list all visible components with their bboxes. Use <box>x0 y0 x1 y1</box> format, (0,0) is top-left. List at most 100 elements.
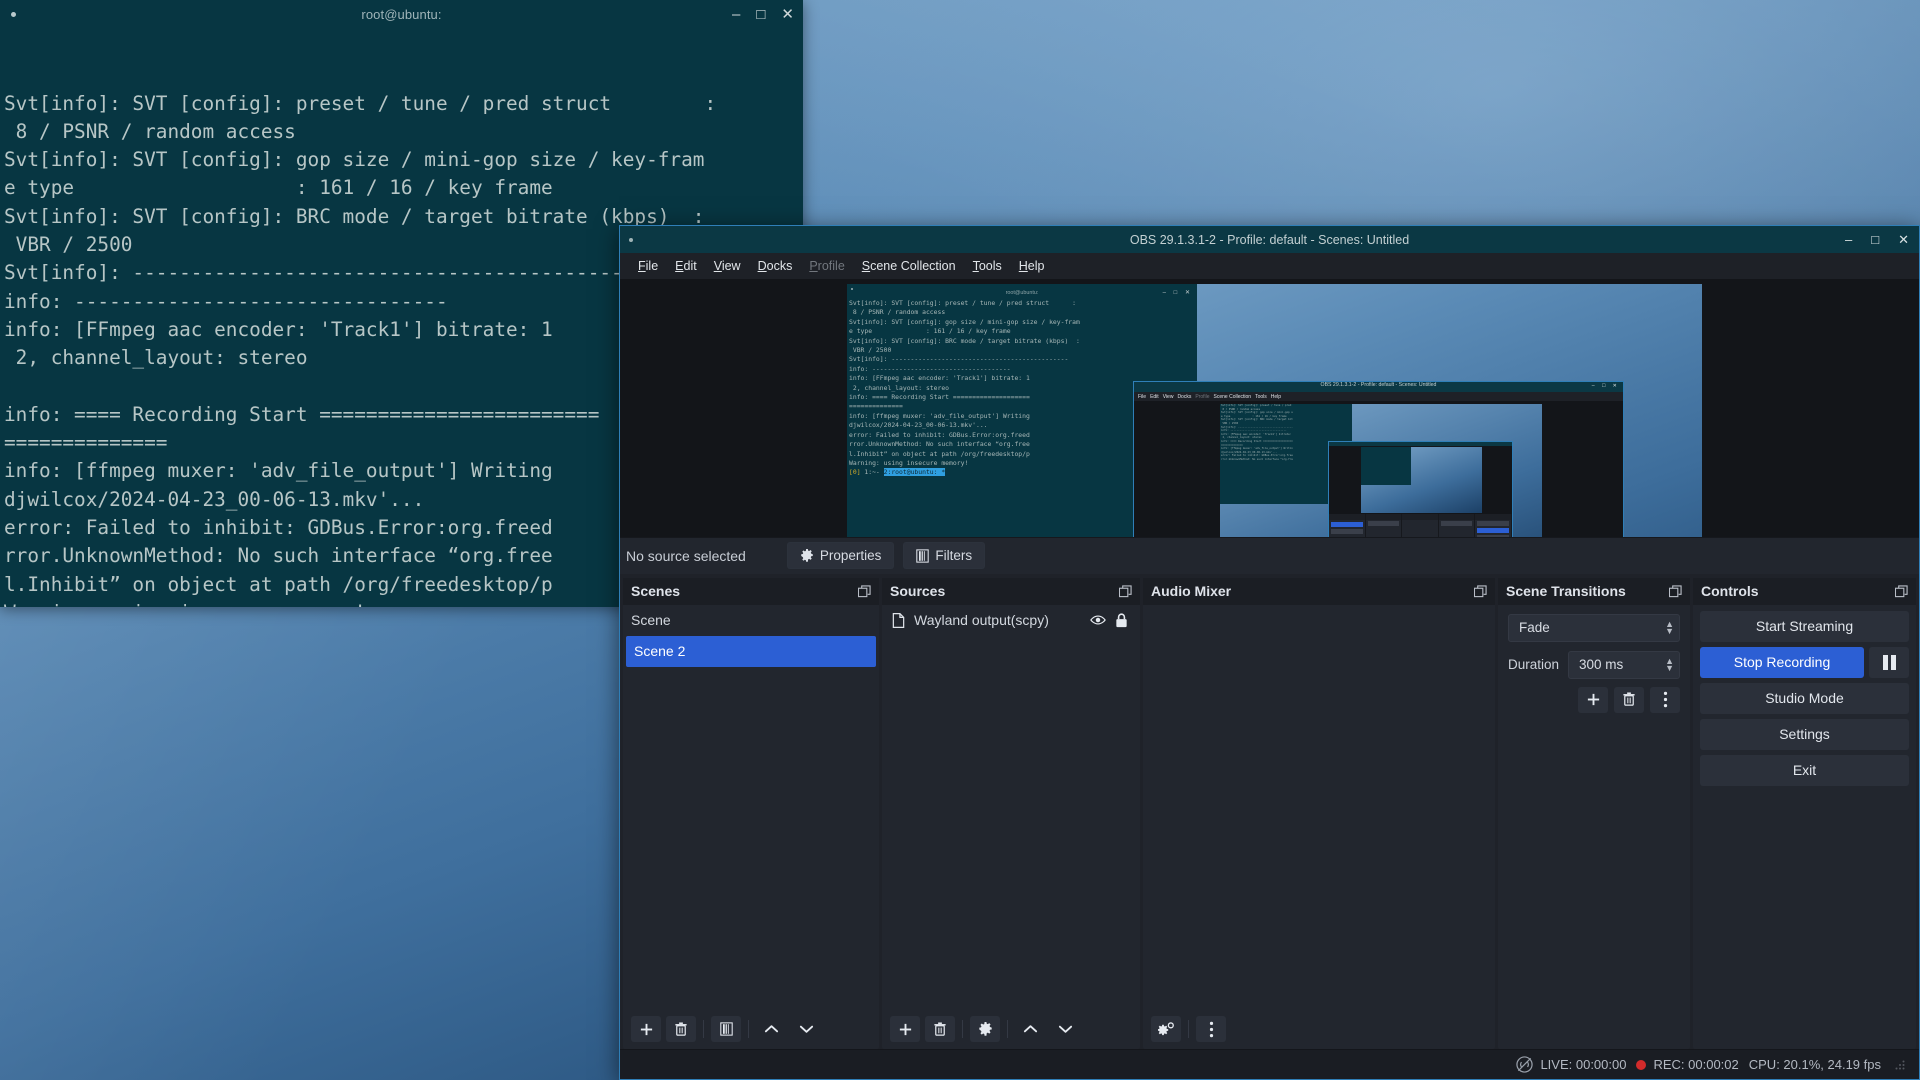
nested-terminal-title: root@ubuntu: <box>1005 290 1039 296</box>
float-dock-icon[interactable] <box>858 584 871 598</box>
maximize-icon[interactable]: □ <box>1871 233 1879 246</box>
obs-window-controls[interactable]: – □ ✕ <box>1845 233 1909 246</box>
terminal-titlebar[interactable]: root@ubuntu: – □ ✕ <box>0 0 803 29</box>
add-icon <box>1587 693 1599 706</box>
nested-terminal-line: Svt[info]: SVT [config]: gop size / mini… <box>849 317 1080 326</box>
studio-mode-button[interactable]: Studio Mode <box>1700 682 1909 714</box>
scene-filters-button[interactable] <box>711 1016 741 1042</box>
audio-more-options-button[interactable] <box>1196 1016 1226 1042</box>
pause-recording-button[interactable] <box>1869 646 1909 678</box>
settings-button[interactable]: Settings <box>1700 718 1909 750</box>
scenes-toolbar[interactable] <box>623 1009 879 1049</box>
obs-window[interactable]: OBS 29.1.3.1-2 - Profile: default - Scen… <box>619 225 1920 1080</box>
transition-more-options-button[interactable] <box>1650 686 1680 713</box>
terminal-line: 8 / PSNR / random access <box>4 119 296 143</box>
nested-menu-item: File <box>1138 393 1147 400</box>
move-scene-down-button[interactable] <box>791 1016 821 1042</box>
minimize-icon[interactable]: – <box>732 7 740 22</box>
terminal-window-controls[interactable]: – □ ✕ <box>732 7 794 22</box>
chevron-down-icon <box>799 1025 813 1033</box>
eye-icon[interactable] <box>1090 614 1106 626</box>
audio-mixer-toolbar[interactable] <box>1143 1009 1495 1049</box>
transition-type-value: Fade <box>1519 620 1550 635</box>
float-dock-icon[interactable] <box>1669 584 1682 598</box>
resize-grip-icon[interactable] <box>1895 1060 1905 1070</box>
obs-window-title: OBS 29.1.3.1-2 - Profile: default - Scen… <box>1129 232 1410 247</box>
float-dock-icon[interactable] <box>1895 584 1908 598</box>
maximize-icon[interactable]: □ <box>756 7 765 22</box>
scene-transitions-dock-title: Scene Transitions <box>1506 583 1626 599</box>
sources-toolbar[interactable] <box>882 1009 1140 1049</box>
scene-transitions-dock-header[interactable]: Scene Transitions <box>1498 577 1690 605</box>
nested-menu-item: Profile <box>1195 393 1210 400</box>
menu-item-edit[interactable]: Edit <box>667 256 705 276</box>
audio-mixer-list[interactable] <box>1143 605 1495 1010</box>
source-list-item[interactable]: Wayland output(scpy) <box>882 605 1140 636</box>
scenes-dock-title: Scenes <box>631 583 681 599</box>
nested-terminal-line: info: ----------------------------------… <box>849 364 1011 373</box>
move-source-down-button[interactable] <box>1050 1016 1080 1042</box>
close-icon[interactable]: ✕ <box>781 7 794 22</box>
obs-menubar[interactable]: File Edit View Docks Profile Scene Collection… <box>620 253 1919 279</box>
obs-source-toolbar[interactable]: No source selected Properties Filters <box>620 536 1919 574</box>
scene-list-item[interactable]: Scene 2 <box>626 635 876 667</box>
duration-spinner-icon[interactable]: ▲ ▼ <box>1665 656 1674 672</box>
add-scene-button[interactable] <box>631 1016 661 1042</box>
filters-icon <box>916 548 930 563</box>
obs-preview-canvas[interactable]: root@ubuntu: – □ ✕ Svt[info]: SVT [confi… <box>620 279 1919 537</box>
rec-status: REC: 00:00:02 <box>1636 1057 1739 1072</box>
lock-icon[interactable] <box>1115 612 1128 628</box>
filters-button[interactable]: Filters <box>903 542 986 569</box>
scene-label: Scene 2 <box>634 643 686 659</box>
move-scene-up-button[interactable] <box>756 1016 786 1042</box>
obs-status-bar: LIVE: 00:00:00 REC: 00:00:02 CPU: 20.1%,… <box>620 1049 1919 1079</box>
rec-timer-label: REC: 00:00:02 <box>1653 1057 1739 1072</box>
scene-list-item[interactable]: Scene <box>623 605 879 636</box>
menu-item-scene-collection[interactable]: Scene Collection <box>854 256 964 276</box>
terminal-line: Svt[info]: SVT [config]: gop size / mini… <box>4 148 705 172</box>
duration-input[interactable]: 300 ms ▲ ▼ <box>1568 650 1680 679</box>
properties-button[interactable]: Properties <box>786 542 895 569</box>
terminal-line: Svt[info]: SVT [config]: preset / tune /… <box>4 91 717 115</box>
minimize-icon[interactable]: – <box>1845 233 1852 246</box>
controls-dock-header[interactable]: Controls <box>1693 577 1916 605</box>
remove-scene-button[interactable] <box>666 1016 696 1042</box>
transition-type-select[interactable]: Fade ▲ ▼ <box>1508 613 1680 642</box>
dock-sources: Sources Wayland output(scpy) <box>882 577 1140 1049</box>
nested-obs-title-text: OBS 29.1.3.1-2 - Profile: default - Scen… <box>1320 382 1437 388</box>
add-transition-button[interactable] <box>1578 686 1608 713</box>
float-dock-icon[interactable] <box>1474 584 1487 598</box>
trash-icon <box>675 1021 687 1036</box>
menu-item-docks[interactable]: Docks <box>750 256 801 276</box>
source-properties-button[interactable] <box>970 1016 1000 1042</box>
properties-label: Properties <box>819 548 882 563</box>
preview-captured-screen: root@ubuntu: – □ ✕ Svt[info]: SVT [confi… <box>847 284 1702 537</box>
start-streaming-button[interactable]: Start Streaming <box>1700 610 1909 642</box>
close-icon[interactable]: ✕ <box>1898 233 1909 246</box>
sources-list[interactable]: Wayland output(scpy) <box>882 605 1140 1010</box>
menu-item-view[interactable]: View <box>706 256 749 276</box>
menu-item-help[interactable]: Help <box>1011 256 1053 276</box>
menu-item-tools[interactable]: Tools <box>965 256 1010 276</box>
controls-body: Start Streaming Stop Recording Studio Mo… <box>1693 605 1916 1050</box>
remove-transition-button[interactable] <box>1614 686 1644 713</box>
move-source-up-button[interactable] <box>1015 1016 1045 1042</box>
remove-source-button[interactable] <box>925 1016 955 1042</box>
exit-button[interactable]: Exit <box>1700 754 1909 786</box>
scenes-dock-header[interactable]: Scenes <box>623 577 879 605</box>
transition-spinner-icon[interactable]: ▲ ▼ <box>1665 619 1674 635</box>
stop-recording-button[interactable]: Stop Recording <box>1700 646 1864 678</box>
add-source-button[interactable] <box>890 1016 920 1042</box>
transition-buttons[interactable] <box>1508 686 1680 713</box>
scenes-list[interactable]: Scene Scene 2 <box>623 605 879 1010</box>
audio-settings-button[interactable] <box>1151 1016 1181 1042</box>
trash-icon <box>1623 692 1635 706</box>
cpu-usage-label: CPU: 20.1%, 24.19 fps <box>1748 1057 1881 1072</box>
duration-label: Duration <box>1508 657 1560 672</box>
live-status: LIVE: 00:00:00 <box>1516 1056 1626 1073</box>
menu-item-file[interactable]: File <box>630 256 666 276</box>
sources-dock-header[interactable]: Sources <box>882 577 1140 605</box>
audio-mixer-dock-header[interactable]: Audio Mixer <box>1143 577 1495 605</box>
float-dock-icon[interactable] <box>1119 584 1132 598</box>
obs-titlebar[interactable]: OBS 29.1.3.1-2 - Profile: default - Scen… <box>620 226 1919 253</box>
